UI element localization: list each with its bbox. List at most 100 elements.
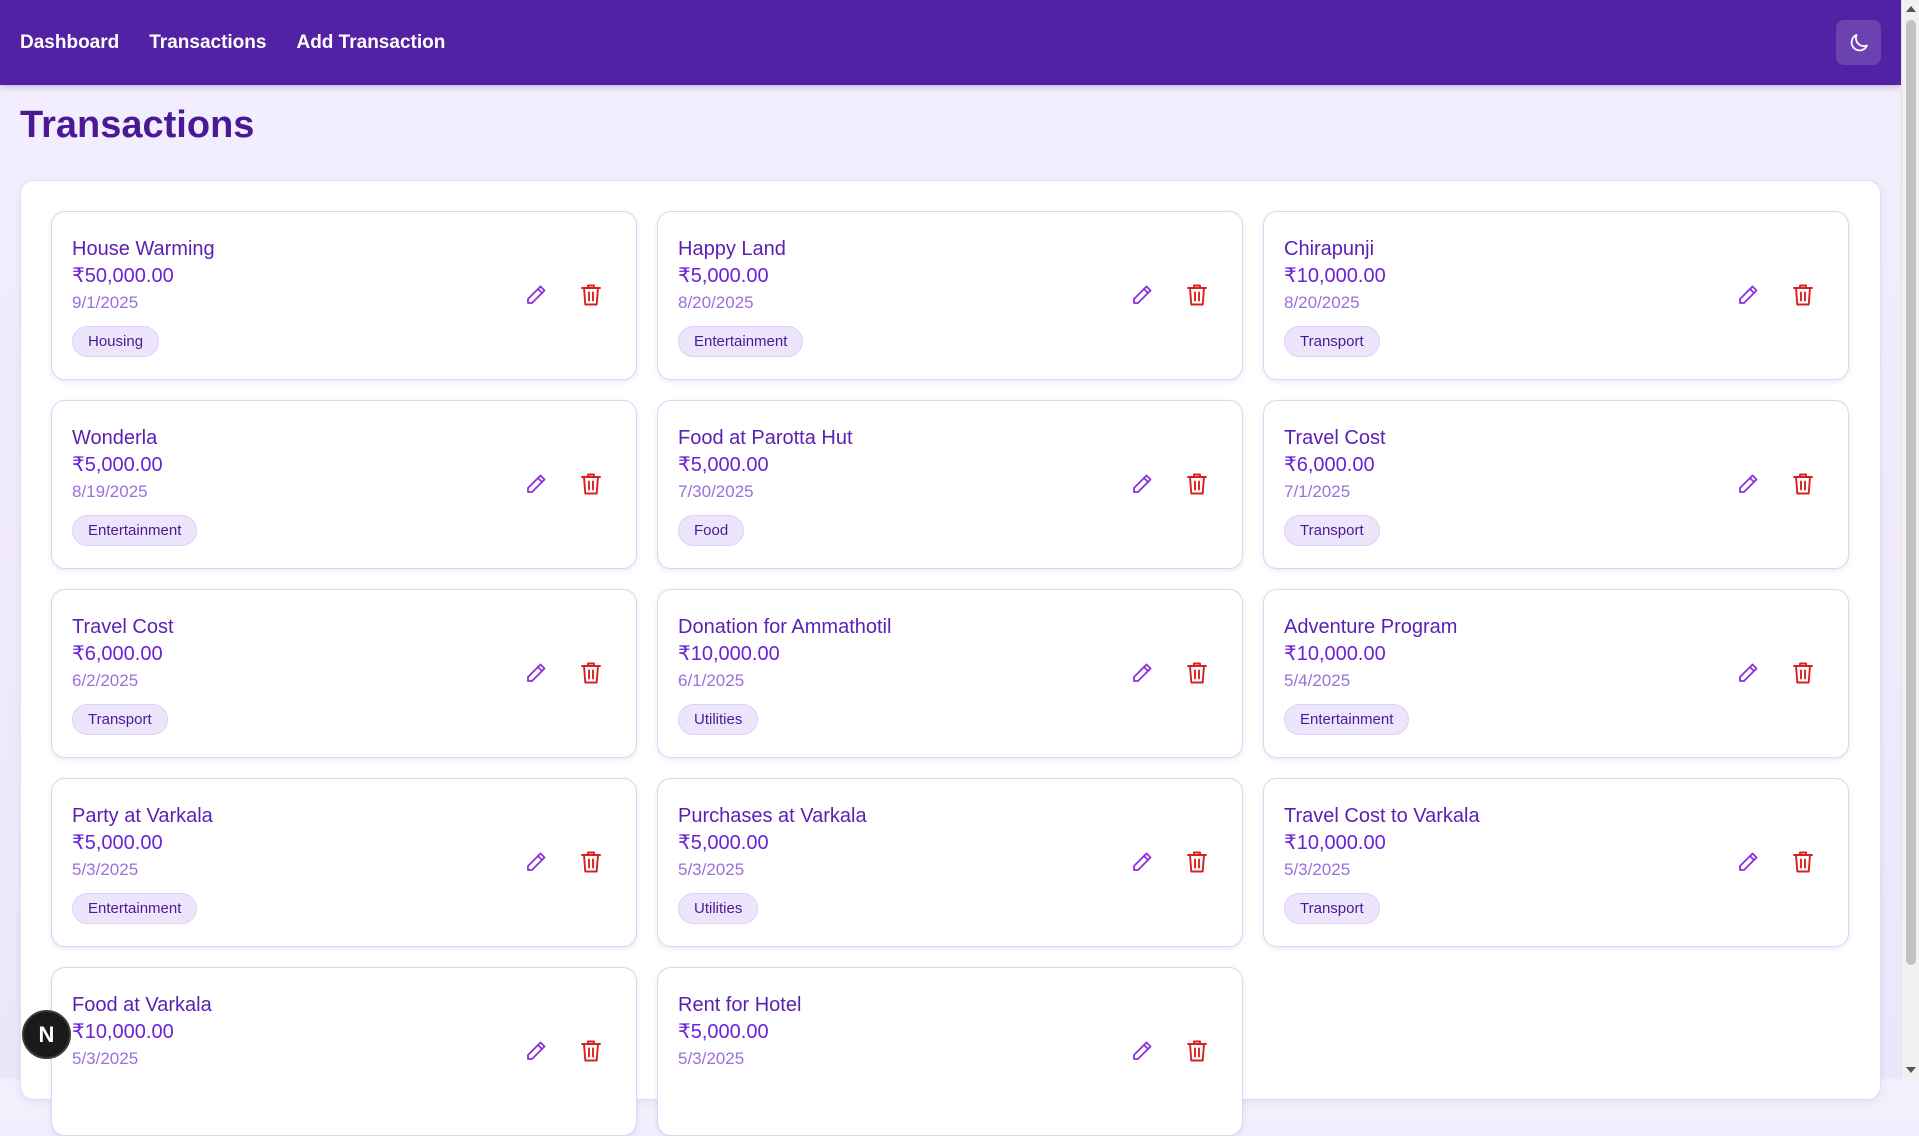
pencil-icon xyxy=(1130,850,1154,878)
edit-button[interactable] xyxy=(1128,661,1156,689)
transaction-name: Wonderla xyxy=(72,427,158,449)
edit-button[interactable] xyxy=(1128,283,1156,311)
delete-button[interactable] xyxy=(577,850,605,878)
transaction-name: Adventure Program xyxy=(1284,616,1458,638)
dev-tools-badge[interactable]: N xyxy=(22,1010,71,1059)
transaction-name: Purchases at Varkala xyxy=(678,805,867,827)
trash-icon xyxy=(1186,283,1208,311)
delete-button[interactable] xyxy=(577,1039,605,1067)
pencil-icon xyxy=(524,283,548,311)
transaction-card: Adventure Program ₹10,000.00 5/4/2025 Enter… xyxy=(1263,589,1849,758)
category-badge: Entertainment xyxy=(678,326,804,357)
transaction-card: Travel Cost to Varkala ₹10,000.00 5/3/2025… xyxy=(1263,778,1849,947)
delete-button[interactable] xyxy=(577,283,605,311)
category-badge: Entertainment xyxy=(72,515,198,546)
trash-icon xyxy=(580,472,602,500)
scroll-up-arrow-icon[interactable] xyxy=(1906,6,1916,12)
delete-button[interactable] xyxy=(1789,850,1817,878)
transaction-card: Rent for Hotel ₹5,000.00 5/3/2025 xyxy=(657,967,1243,1136)
delete-button[interactable] xyxy=(1789,661,1817,689)
trash-icon xyxy=(1792,472,1814,500)
transaction-card: Purchases at Varkala ₹5,000.00 5/3/2025 Uti… xyxy=(657,778,1243,947)
edit-button[interactable] xyxy=(1734,850,1762,878)
edit-button[interactable] xyxy=(1734,472,1762,500)
transaction-card: Chirapunji ₹10,000.00 8/20/2025 Transport xyxy=(1263,211,1849,380)
nav-dashboard-link[interactable]: Dashboard xyxy=(20,32,119,54)
delete-button[interactable] xyxy=(1183,283,1211,311)
category-badge: Entertainment xyxy=(1284,704,1410,735)
category-badge: Entertainment xyxy=(72,893,198,924)
edit-button[interactable] xyxy=(1128,850,1156,878)
edit-button[interactable] xyxy=(1734,283,1762,311)
pencil-icon xyxy=(524,472,548,500)
edit-button[interactable] xyxy=(1128,1039,1156,1067)
transaction-name: House Warming xyxy=(72,238,215,260)
delete-button[interactable] xyxy=(577,661,605,689)
pencil-icon xyxy=(1130,472,1154,500)
scroll-thumb[interactable] xyxy=(1906,20,1916,965)
delete-button[interactable] xyxy=(577,472,605,500)
edit-button[interactable] xyxy=(522,472,550,500)
trash-icon xyxy=(580,1039,602,1067)
edit-button[interactable] xyxy=(522,1039,550,1067)
pencil-icon xyxy=(1736,283,1760,311)
delete-button[interactable] xyxy=(1183,661,1211,689)
page-scrollbar[interactable] xyxy=(1901,0,1919,1079)
transaction-card: Travel Cost ₹6,000.00 7/1/2025 Transport xyxy=(1263,400,1849,569)
category-badge: Transport xyxy=(1284,326,1380,357)
nav-add-transaction-link[interactable]: Add Transaction xyxy=(296,32,445,54)
moon-icon xyxy=(1850,33,1868,51)
transaction-card: House Warming ₹50,000.00 9/1/2025 Housing xyxy=(51,211,637,380)
delete-button[interactable] xyxy=(1789,472,1817,500)
pencil-icon xyxy=(1736,850,1760,878)
category-badge: Housing xyxy=(72,326,160,357)
theme-toggle-button[interactable] xyxy=(1836,20,1881,65)
edit-button[interactable] xyxy=(522,850,550,878)
category-badge: Utilities xyxy=(678,704,759,735)
trash-icon xyxy=(1186,1039,1208,1067)
category-badge: Transport xyxy=(1284,515,1380,546)
pencil-icon xyxy=(1736,661,1760,689)
transaction-name: Food at Parotta Hut xyxy=(678,427,853,449)
category-badge: Utilities xyxy=(678,893,759,924)
delete-button[interactable] xyxy=(1183,472,1211,500)
scroll-down-arrow-icon[interactable] xyxy=(1906,1067,1916,1073)
pencil-icon xyxy=(1130,1039,1154,1067)
transaction-card: Donation for Ammathotil ₹10,000.00 6/1/202… xyxy=(657,589,1243,758)
transaction-name: Party at Varkala xyxy=(72,805,213,827)
delete-button[interactable] xyxy=(1183,1039,1211,1067)
pencil-icon xyxy=(524,661,548,689)
trash-icon xyxy=(580,661,602,689)
pencil-icon xyxy=(1736,472,1760,500)
transaction-card: Happy Land ₹5,000.00 8/20/2025 Entertainmen… xyxy=(657,211,1243,380)
transaction-name: Chirapunji xyxy=(1284,238,1375,260)
pencil-icon xyxy=(524,1039,548,1067)
nav-transactions-link[interactable]: Transactions xyxy=(149,32,266,54)
trash-icon xyxy=(1792,661,1814,689)
trash-icon xyxy=(1792,283,1814,311)
category-badge: Transport xyxy=(1284,893,1380,924)
edit-button[interactable] xyxy=(522,661,550,689)
edit-button[interactable] xyxy=(522,283,550,311)
transaction-card: Travel Cost ₹6,000.00 6/2/2025 Transport xyxy=(51,589,637,758)
category-badge: Food xyxy=(678,515,745,546)
transaction-card: Party at Varkala ₹5,000.00 5/3/2025 Enterta… xyxy=(51,778,637,947)
transaction-name: Travel Cost xyxy=(72,616,174,638)
transaction-card: Food at Parotta Hut ₹5,000.00 7/30/2025 Foo… xyxy=(657,400,1243,569)
pencil-icon xyxy=(1130,283,1154,311)
trash-icon xyxy=(1186,472,1208,500)
delete-button[interactable] xyxy=(1789,283,1817,311)
top-navbar: Dashboard Transactions Add Transaction xyxy=(0,0,1901,85)
transactions-panel: House Warming ₹50,000.00 9/1/2025 Housing Ha… xyxy=(20,180,1881,1136)
transaction-name: Rent for Hotel xyxy=(678,994,802,1016)
trash-icon xyxy=(1186,850,1208,878)
transaction-name: Food at Varkala xyxy=(72,994,212,1016)
edit-button[interactable] xyxy=(1128,472,1156,500)
trash-icon xyxy=(1792,850,1814,878)
category-badge: Transport xyxy=(72,704,168,735)
pencil-icon xyxy=(1130,661,1154,689)
transaction-name: Travel Cost xyxy=(1284,427,1386,449)
delete-button[interactable] xyxy=(1183,850,1211,878)
edit-button[interactable] xyxy=(1734,661,1762,689)
transaction-card: Wonderla ₹5,000.00 8/19/2025 Entertainment xyxy=(51,400,637,569)
